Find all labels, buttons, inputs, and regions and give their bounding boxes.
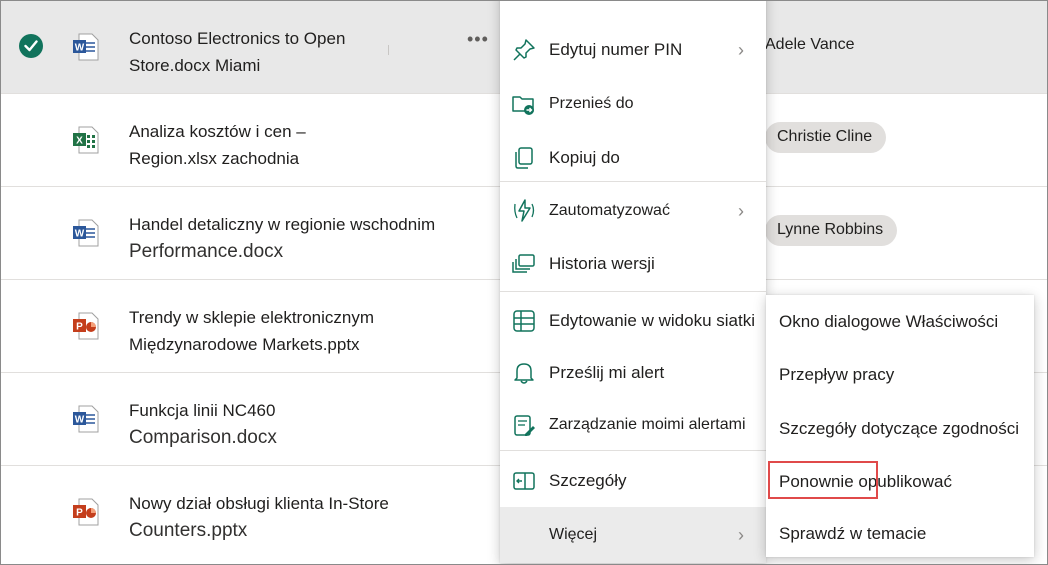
file-name[interactable]: Handel detaliczny w regionie wschodnim P… — [129, 211, 489, 265]
menu-item-more[interactable]: Więcej › — [500, 507, 766, 563]
submenu-item-check-in[interactable]: Sprawdź w temacie — [779, 524, 926, 544]
menu-item-manage-alerts[interactable]: Zarządzanie moimi alertami — [500, 399, 766, 451]
svg-text:W: W — [75, 229, 85, 240]
menu-item-grid-edit[interactable]: Edytowanie w widoku siatki — [500, 295, 766, 347]
menu-item-label: Zarządzanie moimi alertami — [549, 416, 746, 433]
submenu-item-properties-dialog[interactable]: Okno dialogowe Właściwości — [779, 312, 998, 332]
file-name-line1: Funkcja linii NC460 — [129, 401, 276, 420]
checkmark-icon[interactable] — [19, 34, 43, 58]
file-name[interactable]: Contoso Electronics to Open Store.docx M… — [129, 25, 489, 79]
version-history-icon — [511, 251, 537, 277]
pin-icon — [511, 37, 537, 63]
menu-item-label: Szczegóły — [549, 471, 627, 490]
word-file-icon: W — [73, 33, 99, 61]
menu-item-label: Przenieś do — [549, 95, 634, 112]
more-submenu: Okno dialogowe Właściwości Przepływ prac… — [766, 295, 1034, 557]
file-name[interactable]: Trendy w sklepie elektronicznym Międzyna… — [129, 304, 489, 358]
chevron-right-icon: › — [738, 39, 744, 60]
file-name-line2: Store.docx Miami — [129, 56, 261, 75]
copy-icon — [511, 145, 537, 171]
file-name-line1: Trendy w sklepie elektronicznym — [129, 308, 375, 327]
file-name[interactable]: Nowy dział obsługi klienta In-Store Coun… — [129, 490, 489, 544]
file-name-line2: Performance.docx — [129, 241, 284, 262]
menu-item-move-to[interactable]: Przenieś do — [500, 78, 766, 130]
callout-highlight-box — [768, 461, 878, 499]
menu-item-alert-me[interactable]: Prześlij mi alert — [500, 347, 766, 399]
move-folder-icon — [511, 91, 537, 117]
menu-item-label: Prześlij mi alert — [549, 363, 665, 382]
menu-item-version-history[interactable]: Historia wersji — [500, 238, 766, 290]
menu-item-label: Zautomatyzować — [549, 202, 670, 219]
word-file-icon: W — [73, 219, 99, 247]
grid-icon — [511, 308, 537, 334]
details-icon — [511, 468, 537, 494]
file-name-line2: Counters.pptx — [129, 520, 248, 541]
submenu-item-compliance-details[interactable]: Szczegóły dotyczące zgodności — [779, 419, 1019, 439]
menu-item-label: Kopiuj do — [549, 148, 620, 167]
chevron-right-icon: › — [738, 524, 744, 545]
rename-icon — [511, 1, 537, 11]
svg-text:W: W — [75, 43, 85, 54]
powerpoint-file-icon: P — [73, 312, 99, 340]
menu-item-details[interactable]: Szczegóły — [500, 455, 766, 507]
menu-divider — [500, 450, 766, 451]
file-name-line1: Analiza kosztów i cen – — [129, 122, 306, 141]
manage-alerts-icon — [511, 412, 537, 438]
menu-divider — [500, 181, 766, 182]
file-name-line1: Handel detaliczny w regionie wschodnim — [129, 215, 436, 234]
svg-text:X: X — [76, 136, 83, 147]
menu-item-label: Historia wersji — [549, 254, 655, 273]
menu-item-copy-to[interactable]: Kopiuj do — [500, 132, 766, 184]
menu-item-label: Więcej — [549, 526, 598, 543]
modified-by[interactable]: Christie Cline — [765, 122, 887, 153]
modified-by[interactable]: Lynne Robbins — [765, 215, 898, 246]
more-actions-icon[interactable]: ••• — [467, 29, 489, 50]
svg-text:P: P — [76, 508, 83, 519]
file-name[interactable]: Funkcja linii NC460 Comparison.docx — [129, 397, 489, 451]
menu-item-label: Edytowanie w widoku siatki — [549, 311, 755, 330]
menu-item-pin[interactable]: Edytuj numer PIN › — [500, 24, 766, 76]
modified-by: Adele Vance — [765, 36, 855, 53]
menu-item-label: Edytuj numer PIN — [549, 40, 683, 59]
file-name-line2: Międzynarodowe Markets.pptx — [129, 335, 360, 354]
column-divider — [388, 45, 389, 55]
bell-icon — [511, 360, 537, 386]
svg-text:W: W — [75, 415, 85, 426]
menu-item-automate[interactable]: Zautomatyzować › — [500, 185, 766, 237]
excel-file-icon: X — [73, 126, 99, 154]
file-name[interactable]: Analiza kosztów i cen – Region.xlsx zach… — [129, 118, 489, 172]
svg-text:P: P — [76, 322, 83, 333]
file-list-view: W Contoso Electronics to Open Store.docx… — [0, 0, 1048, 565]
file-name-line1: Contoso Electronics to Open — [129, 29, 346, 48]
word-file-icon: W — [73, 405, 99, 433]
automate-icon — [511, 198, 537, 224]
submenu-item-workflow[interactable]: Przepływ pracy — [779, 365, 894, 385]
file-name-line2: Region.xlsx zachodnia — [129, 149, 300, 168]
menu-divider — [500, 291, 766, 292]
file-name-line1: Nowy dział obsługi klienta In-Store — [129, 494, 389, 513]
powerpoint-file-icon: P — [73, 498, 99, 526]
file-name-line2: Comparison.docx — [129, 427, 277, 448]
menu-item-rename-partial[interactable] — [500, 0, 766, 1]
chevron-right-icon: › — [738, 200, 744, 221]
context-menu: Edytuj numer PIN › Przenieś do Kopiuj do — [500, 0, 766, 563]
